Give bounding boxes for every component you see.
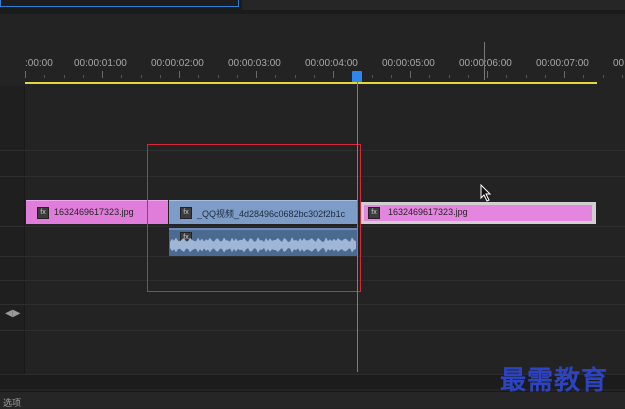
ruler-minor-tick <box>603 75 604 78</box>
timecode-label: 00 <box>613 58 625 69</box>
panel-header-strip <box>242 0 625 11</box>
top-panel <box>0 0 625 14</box>
ruler-major-tick <box>25 71 26 78</box>
ruler-major-tick <box>487 71 488 78</box>
work-area-bar[interactable] <box>25 82 597 84</box>
ruler-major-tick <box>179 71 180 78</box>
fx-icon: fx <box>368 207 380 219</box>
ruler-minor-tick <box>391 75 392 78</box>
highlight-annotation <box>147 144 361 292</box>
ruler-major-tick <box>410 71 411 78</box>
ruler-minor-tick <box>218 75 219 78</box>
fx-icon: fx <box>37 207 49 219</box>
timecode-label: 00:00:01:00 <box>74 58 127 69</box>
mouse-cursor-icon <box>480 184 492 202</box>
ruler-minor-tick <box>295 75 296 78</box>
timecode-label: 00:00:05:00 <box>382 58 435 69</box>
ruler-minor-tick <box>141 75 142 78</box>
track-header-column <box>0 86 25 376</box>
ruler-major-tick <box>102 71 103 78</box>
ruler-minor-tick <box>44 75 45 78</box>
ruler-minor-tick <box>160 75 161 78</box>
ruler-minor-tick <box>622 75 623 78</box>
clip-label: 1632469617323.jpg <box>54 207 134 217</box>
track-divider <box>0 304 625 305</box>
ruler-minor-tick <box>275 75 276 78</box>
timecode-label: 00:00:06:00 <box>459 58 512 69</box>
ruler-minor-tick <box>468 75 469 78</box>
timecode-label: 00:00:07:00 <box>536 58 589 69</box>
link-icon[interactable]: ◀▶ <box>5 308 20 319</box>
ruler-major-tick <box>256 71 257 78</box>
ruler-minor-tick <box>198 75 199 78</box>
clip-label: 1632469617323.jpg <box>388 207 468 217</box>
ruler-major-tick <box>564 71 565 78</box>
program-monitor-edge <box>0 0 239 7</box>
ruler-minor-tick <box>545 75 546 78</box>
status-text: 选项 <box>3 398 22 408</box>
ruler-minor-tick <box>583 75 584 78</box>
ruler-major-tick <box>333 71 334 78</box>
ruler-minor-tick <box>506 75 507 78</box>
timecode-label: 00:00:03:00 <box>228 58 281 69</box>
timecode-label: 00:00:02:00 <box>151 58 204 69</box>
watermark-logo: 最需教育 <box>500 366 609 396</box>
ruler-minor-tick <box>449 75 450 78</box>
hover-indicator <box>484 42 485 80</box>
ruler-minor-tick <box>314 75 315 78</box>
timecode-label: 00:00:04:00 <box>305 58 358 69</box>
ruler-minor-tick <box>526 75 527 78</box>
playhead-line <box>357 80 358 372</box>
ruler-minor-tick <box>64 75 65 78</box>
timecode-label: :00:00 <box>25 58 53 69</box>
time-ruler[interactable]: :00:00 00:00:01:00 00:00:02:00 00:00:03:… <box>0 40 625 86</box>
ruler-minor-tick <box>83 75 84 78</box>
ruler-minor-tick <box>372 75 373 78</box>
playhead-handle[interactable] <box>352 71 362 82</box>
ruler-minor-tick <box>429 75 430 78</box>
ruler-minor-tick <box>237 75 238 78</box>
image-clip-b[interactable]: fx 1632469617323.jpg <box>360 202 596 224</box>
ruler-minor-tick <box>121 75 122 78</box>
track-divider <box>0 330 625 331</box>
